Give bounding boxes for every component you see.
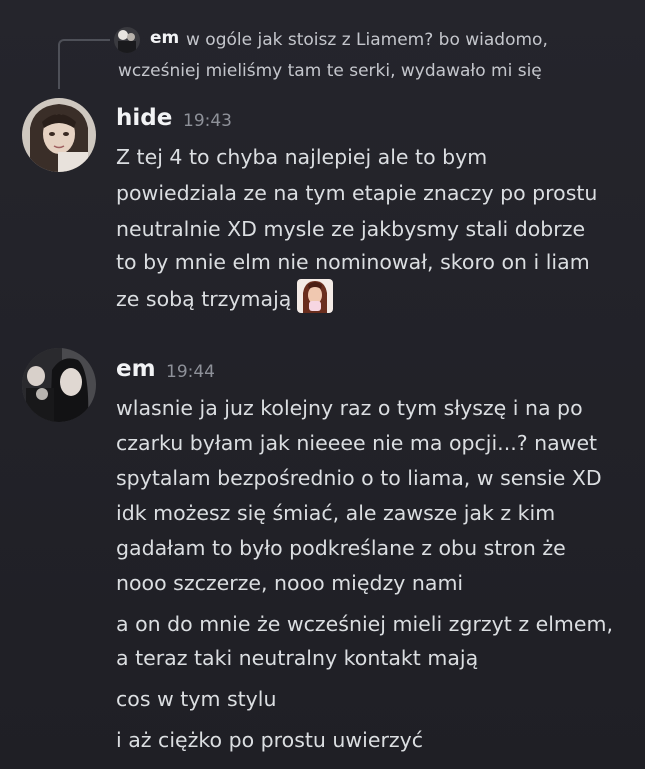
em-avatar[interactable] bbox=[22, 348, 96, 422]
followup-message: cos w tym stylu bbox=[116, 687, 277, 711]
reply-author-avatar[interactable] bbox=[114, 27, 140, 53]
crying-woman-emoji[interactable] bbox=[297, 279, 334, 313]
followup-message-line: a teraz taki neutralny kontakt mają bbox=[116, 646, 479, 670]
message-line-with-emoji: ze sobą trzymają bbox=[116, 279, 334, 317]
hide-timestamp: 19:43 bbox=[183, 111, 232, 131]
reply-connector-line bbox=[58, 39, 110, 89]
reply-preview-text-continued[interactable]: wcześniej mieliśmy tam te serki, wydawał… bbox=[118, 56, 542, 86]
message-line: wlasnie ja juz kolejny raz o tym słyszę … bbox=[116, 396, 583, 420]
message-line: powiedziala ze na tym etapie znaczy po p… bbox=[116, 181, 598, 205]
followup-message: i aż ciężko po prostu uwierzyć bbox=[116, 728, 424, 752]
reply-preview-text[interactable]: w ogóle jak stoisz z Liamem? bo wiadomo, bbox=[186, 25, 626, 55]
em-username[interactable]: em bbox=[116, 356, 156, 382]
message-line: idk możesz się śmiać, ale zawsze jak z k… bbox=[116, 501, 556, 525]
message-line: neutralnie XD mysle ze jakbysmy stali do… bbox=[116, 217, 586, 241]
message-line: spytalam bezpośrednio o to liama, w sens… bbox=[116, 466, 602, 490]
hide-avatar[interactable] bbox=[22, 98, 96, 172]
message-line: to by mnie elm nie nominował, skoro on i… bbox=[116, 250, 590, 274]
reply-author-name[interactable]: em bbox=[150, 28, 179, 48]
message-line: Z tej 4 to chyba najlepiej ale to bym bbox=[116, 145, 488, 169]
em-timestamp: 19:44 bbox=[166, 362, 215, 382]
message-text: ze sobą trzymają bbox=[116, 287, 292, 311]
followup-message-line: a on do mnie że wcześniej mieli zgrzyt z… bbox=[116, 612, 613, 636]
message-line: nooo szczerze, nooo między nami bbox=[116, 571, 464, 595]
message-line: czarku byłam jak nieeee nie ma opcji...?… bbox=[116, 431, 598, 455]
message-line: gadałam to było podkreślane z obu stron … bbox=[116, 536, 566, 560]
hide-username[interactable]: hide bbox=[116, 105, 172, 131]
chat-log: em w ogóle jak stoisz z Liamem? bo wiado… bbox=[0, 0, 645, 769]
